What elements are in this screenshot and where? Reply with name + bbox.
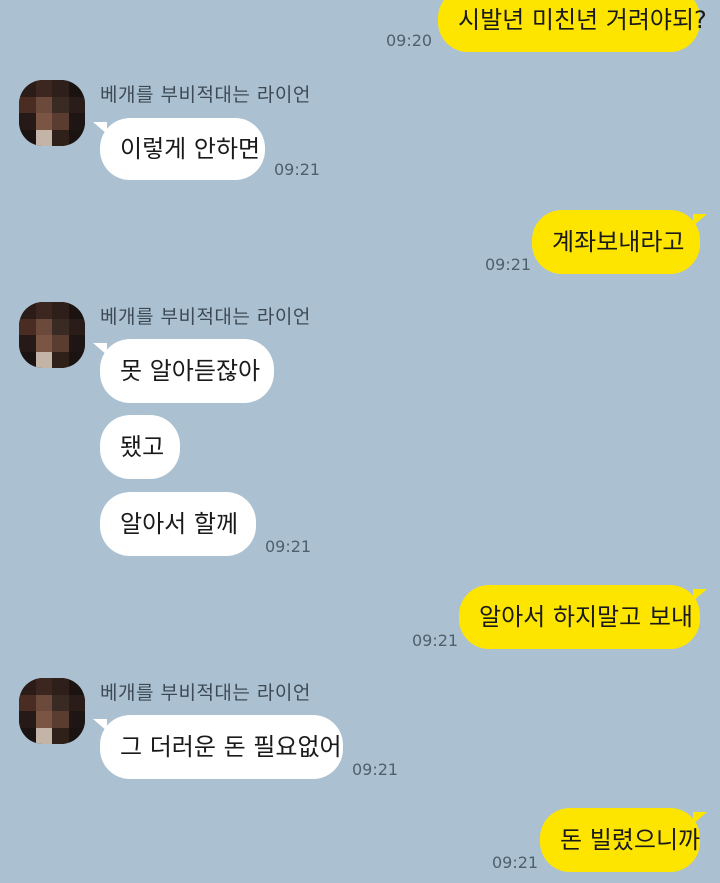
message-time: 09:21 — [492, 853, 539, 872]
sender-name: 베개를 부비적대는 라이언 — [100, 84, 311, 106]
chat-room[interactable]: 09:20 시발년 미친년 거려야되? 베개를 부비적대는 라이언 이렇게 안하… — [0, 0, 720, 883]
message-time: 09:21 — [485, 255, 532, 274]
message-time: 09:21 — [274, 160, 321, 179]
outgoing-message-bubble[interactable]: 시발년 미친년 거려야되? — [438, 0, 707, 52]
sender-name: 베개를 부비적대는 라이언 — [100, 682, 311, 704]
incoming-message-bubble[interactable]: 못 알아듣잖아 — [93, 339, 274, 403]
message-time: 09:21 — [352, 760, 399, 779]
message-time: 09:21 — [412, 631, 459, 650]
outgoing-message-bubble[interactable]: 알아서 하지말고 보내 — [459, 585, 707, 649]
sender-avatar[interactable] — [19, 678, 85, 744]
incoming-message-bubble[interactable]: 이렇게 안하면 — [93, 118, 265, 180]
sender-name: 베개를 부비적대는 라이언 — [100, 306, 311, 328]
incoming-message-bubble[interactable]: 그 더러운 돈 필요없어 — [93, 715, 343, 779]
outgoing-message-bubble[interactable]: 계좌보내라고 — [532, 210, 707, 274]
outgoing-message-bubble[interactable]: 돈 빌렸으니까 — [540, 808, 707, 872]
message-time: 09:20 — [386, 31, 433, 50]
incoming-message-bubble[interactable]: 됐고 — [100, 415, 180, 479]
sender-avatar[interactable] — [19, 80, 85, 146]
message-time: 09:21 — [265, 537, 312, 556]
incoming-message-bubble[interactable]: 알아서 할께 — [100, 492, 256, 556]
sender-avatar[interactable] — [19, 302, 85, 368]
